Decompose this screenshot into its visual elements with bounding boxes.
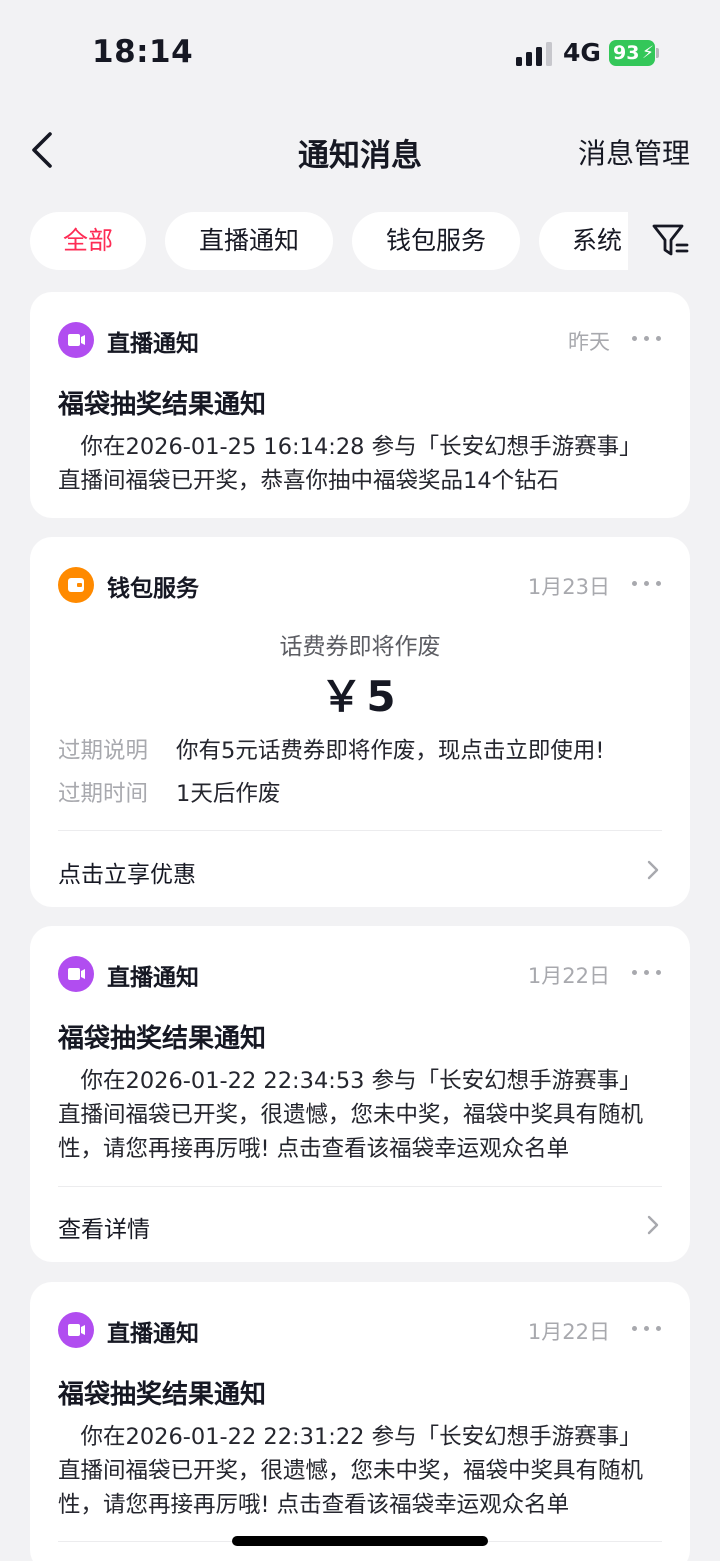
wallet-icon [58,567,94,603]
chevron-right-icon [647,1215,659,1235]
notification-screen: 18:14 4G 93 ⚡ 通知消息 消息管理 全部 直播通知 钱包服务 系统 [0,0,720,1561]
info-value: 你有5元话费券即将作废，现点击立即使用! [176,738,605,764]
chevron-right-icon [647,860,659,880]
live-camera-icon [58,1312,94,1348]
network-type: 4G [563,38,601,67]
card-body-text: 你在2026-01-25 16:14:28 参与「长安幻想手游赛事」直播间福袋已… [58,434,642,494]
info-value: 1天后作废 [176,781,281,807]
card-title: 福袋抽奖结果通知 [58,1024,267,1054]
coupon-amount: ￥5 [320,672,400,721]
notification-card-1[interactable]: 直播通知 昨天 福袋抽奖结果通知 你在2026-01-25 16:14:28 参… [30,292,690,518]
filter-icon [652,224,689,256]
category-tabs: 全部 直播通知 钱包服务 系统 [0,210,720,272]
notification-card-4[interactable]: 直播通知 1月22日 福袋抽奖结果通知 你在2026-01-22 22:31:2… [30,1282,690,1561]
status-bar: 18:14 4G 93 ⚡ [0,0,720,100]
card-body: 你在2026-01-25 16:14:28 参与「长安幻想手游赛事」直播间福袋已… [58,430,662,498]
card-header: 直播通知 1月22日 [58,956,662,992]
action-label: 点击立享优惠 [58,862,196,888]
category-label: 钱包服务 [107,576,199,602]
nav-bar: 通知消息 消息管理 [0,110,720,190]
tab-system[interactable]: 系统 [539,212,628,270]
card-header: 直播通知 昨天 [58,322,662,358]
info-key: 过期说明 [58,738,149,764]
claim-offer-row[interactable]: 点击立享优惠 [30,833,690,907]
card-body: 你在2026-01-22 22:31:22 参与「长安幻想手游赛事」直播间福袋已… [58,1420,662,1522]
live-camera-icon [58,322,94,358]
more-icon[interactable] [632,1326,662,1334]
action-label: 查看详情 [58,1217,150,1243]
tab-all[interactable]: 全部 [30,212,146,270]
divider [58,1186,662,1187]
coupon-title: 话费券即将作废 [279,634,441,660]
battery-icon: 93 ⚡ [609,40,659,66]
message-management-button[interactable]: 消息管理 [578,132,690,172]
more-icon[interactable] [632,581,662,589]
home-indicator [232,1536,488,1546]
card-body: 你在2026-01-22 22:34:53 参与「长安幻想手游赛事」直播间福袋已… [58,1064,662,1166]
status-time: 18:14 [92,34,194,70]
card-title: 福袋抽奖结果通知 [58,390,267,420]
tab-live-notice[interactable]: 直播通知 [165,212,333,270]
view-details-row[interactable]: 查看详情 [30,1188,690,1262]
card-body-text: 你在2026-01-22 22:31:22 参与「长安幻想手游赛事」直播间福袋已… [58,1424,644,1518]
category-label: 直播通知 [107,965,199,991]
divider [58,830,662,831]
charging-icon: ⚡ [642,43,654,63]
tab-wallet-service[interactable]: 钱包服务 [352,212,520,270]
card-date: 昨天 [568,330,610,354]
notification-card-3[interactable]: 直播通知 1月22日 福袋抽奖结果通知 你在2026-01-22 22:34:5… [30,926,690,1262]
more-icon[interactable] [632,970,662,978]
tab-strip: 全部 直播通知 钱包服务 系统 [0,210,628,272]
live-camera-icon [58,956,94,992]
notification-card-2[interactable]: 钱包服务 1月23日 话费券即将作废 ￥5 过期说明 你有5元话费券即将作废，现… [30,537,690,907]
card-date: 1月22日 [527,964,610,988]
card-header: 直播通知 1月22日 [58,1312,662,1348]
filter-button[interactable] [650,220,690,260]
info-key: 过期时间 [58,781,149,807]
category-label: 直播通知 [107,331,199,357]
card-body-text: 你在2026-01-22 22:34:53 参与「长安幻想手游赛事」直播间福袋已… [58,1068,644,1162]
more-icon[interactable] [632,336,662,344]
signal-icon [516,42,554,66]
card-date: 1月23日 [527,575,610,599]
card-date: 1月22日 [527,1320,610,1344]
card-header: 钱包服务 1月23日 [58,567,662,603]
category-label: 直播通知 [107,1321,199,1347]
card-title: 福袋抽奖结果通知 [58,1380,267,1410]
